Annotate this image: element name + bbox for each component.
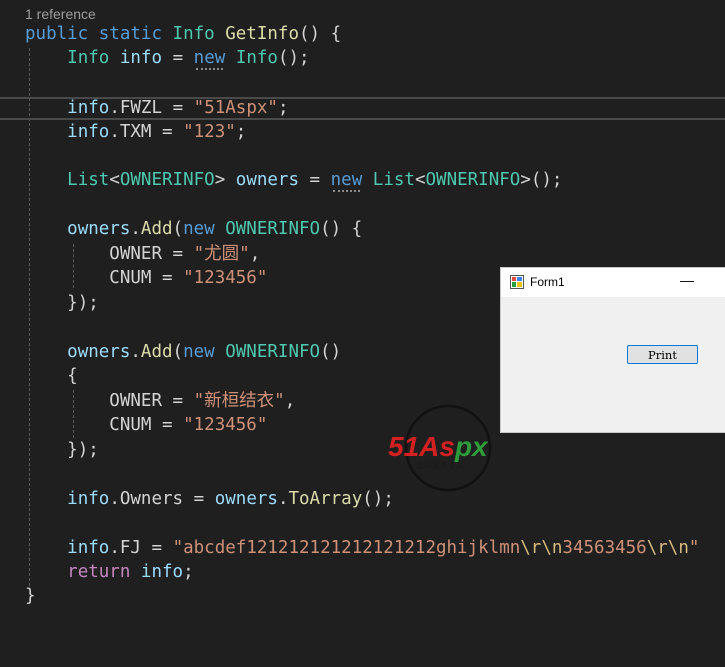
print-button[interactable]: Print (627, 345, 698, 364)
51aspx-watermark-logo: 51Aspx 源码服务专家 (388, 404, 492, 492)
code-line-close-1[interactable]: }); (25, 291, 99, 315)
svg-text:源码服务专家: 源码服务专家 (416, 460, 464, 470)
form-app-icon (510, 275, 524, 289)
code-line-close-2[interactable]: }); (25, 438, 99, 462)
string-123: "123" (183, 122, 236, 142)
var-owners: owners (67, 342, 131, 362)
code-line-add-2[interactable]: owners.Add(new OWNERINFO() (25, 340, 341, 364)
type-list: List (372, 170, 415, 190)
kw-public: public (25, 24, 89, 44)
var-info: info (140, 562, 184, 582)
svg-text:51Aspx: 51Aspx (388, 431, 489, 462)
method-getinfo: GetInfo (225, 24, 299, 44)
code-line-info-decl[interactable]: Info info = new Info(); (25, 46, 309, 70)
string-fj-part-3: " (688, 538, 700, 558)
type-ownerinfo: OWNERINFO (425, 170, 521, 190)
kw-static: static (98, 24, 162, 44)
prop-cnum: CNUM (109, 415, 152, 435)
prop-txm: TXM (119, 122, 152, 142)
minimize-button[interactable]: — (680, 272, 694, 288)
code-line-txm[interactable]: info.TXM = "123"; (25, 120, 246, 144)
code-line-owner-2[interactable]: OWNER = "新桓结衣", (25, 389, 295, 413)
code-line-owners-decl[interactable]: List<OWNERINFO> owners = new List<OWNERI… (25, 168, 562, 192)
escape-crlf-2: \r\n (646, 538, 689, 558)
prop-cnum: CNUM (109, 268, 152, 288)
code-line-cnum-2[interactable]: CNUM = "123456" (25, 413, 267, 437)
var-info: info (67, 98, 110, 118)
code-line-fwzl[interactable]: info.FWZL = "51Aspx"; (25, 96, 288, 120)
form1-titlebar[interactable]: Form1 — (501, 268, 725, 297)
string-cnum-2: "123456" (183, 415, 268, 435)
string-51aspx: "51Aspx" (193, 98, 278, 118)
code-line-add-1[interactable]: owners.Add(new OWNERINFO() { (25, 217, 362, 241)
form1-window[interactable]: Form1 — Print (500, 267, 725, 433)
string-owner-1: "尤圆" (193, 244, 250, 264)
prop-owners: Owners (119, 489, 184, 509)
method-add: Add (140, 219, 173, 239)
string-fj-part-2: 34563456 (562, 538, 647, 558)
type-ownerinfo: OWNERINFO (119, 170, 215, 190)
prop-fj: FJ (119, 538, 141, 558)
var-info: info (67, 538, 110, 558)
type-info: Info (172, 24, 215, 44)
string-owner-2: "新桓结衣" (193, 391, 285, 411)
type-info: Info (67, 48, 110, 68)
string-fj-part-1: "abcdef121212121212121212ghijklmn (172, 538, 521, 558)
type-ownerinfo: OWNERINFO (225, 219, 321, 239)
escape-crlf-1: \r\n (520, 538, 563, 558)
var-owners: owners (67, 219, 131, 239)
string-cnum-1: "123456" (183, 268, 268, 288)
codelens-reference[interactable]: 1 reference (25, 6, 96, 22)
form1-title: Form1 (530, 275, 565, 289)
var-info: info (119, 48, 163, 68)
type-ownerinfo: OWNERINFO (225, 342, 321, 362)
kw-return: return (67, 562, 131, 582)
code-line-owner-1[interactable]: OWNER = "尤圆", (25, 242, 260, 266)
code-line-method-signature[interactable]: public static Info GetInfo() { (25, 22, 341, 46)
prop-owner: OWNER (109, 244, 162, 264)
code-line-cnum-1[interactable]: CNUM = "123456" (25, 266, 267, 290)
var-owners: owners (214, 489, 278, 509)
kw-new: new (330, 170, 363, 190)
kw-new: new (183, 342, 215, 362)
code-line-owners-assign[interactable]: info.Owners = owners.ToArray(); (25, 487, 394, 511)
method-toarray: ToArray (288, 489, 363, 509)
kw-new: new (183, 219, 215, 239)
code-line-close-method[interactable]: } (25, 584, 36, 608)
code-line-fj[interactable]: info.FJ = "abcdef121212121212121212ghijk… (25, 536, 699, 560)
var-info: info (67, 489, 110, 509)
kw-new: new (193, 48, 226, 68)
type-list: List (67, 170, 110, 190)
prop-fwzl: FWZL (119, 98, 163, 118)
var-owners: owners (235, 170, 299, 190)
code-line-return[interactable]: return info; (25, 560, 193, 584)
prop-owner: OWNER (109, 391, 162, 411)
var-info: info (67, 122, 110, 142)
code-line-open-brace-2[interactable]: { (25, 364, 78, 388)
method-add: Add (140, 342, 173, 362)
type-info: Info (235, 48, 278, 68)
